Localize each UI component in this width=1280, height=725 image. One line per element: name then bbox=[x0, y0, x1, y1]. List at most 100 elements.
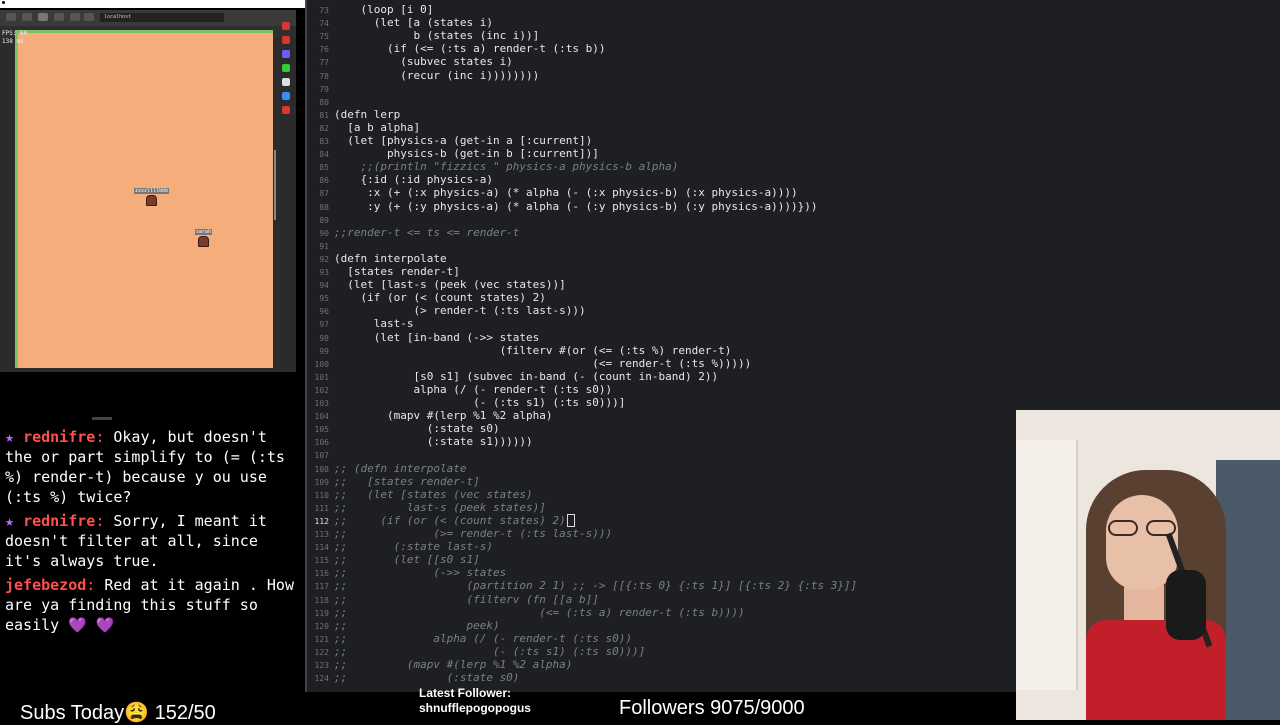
code-line[interactable]: 79 bbox=[305, 82, 334, 95]
code-line[interactable]: 86 {:id (:id physics-a) bbox=[305, 173, 493, 186]
line-number: 96 bbox=[319, 307, 329, 317]
code-line[interactable]: 93 [states render-t] bbox=[305, 265, 459, 278]
code-line[interactable]: 107 bbox=[305, 448, 334, 461]
tab-icon[interactable] bbox=[54, 13, 64, 21]
line-number: 118 bbox=[314, 595, 329, 605]
webcam-door bbox=[1016, 440, 1078, 690]
code-line[interactable]: 82 [a b alpha] bbox=[305, 121, 420, 134]
code-line[interactable]: 89 bbox=[305, 213, 334, 226]
code-line[interactable]: 116 ;; (->> states bbox=[305, 566, 507, 579]
code-text: last-s bbox=[334, 317, 414, 331]
line-number: 116 bbox=[314, 569, 329, 579]
code-text: ;; peek) bbox=[334, 618, 500, 632]
back-icon[interactable] bbox=[70, 13, 80, 21]
code-line[interactable]: 121 ;; alpha (/ (- render-t (:ts s0)) bbox=[305, 632, 632, 645]
code-line[interactable]: 118 ;; (filterv (fn [[a b]] bbox=[305, 593, 599, 606]
chat-drag-handle[interactable] bbox=[92, 417, 112, 420]
tab-icon[interactable] bbox=[38, 13, 48, 21]
chat-username: rednifre bbox=[23, 512, 96, 530]
code-line[interactable]: 123 ;; (mapv #(lerp %1 %2 alpha) bbox=[305, 658, 573, 671]
code-line[interactable]: 122 ;; (- (:ts s1) (:ts s0)))] bbox=[305, 645, 646, 658]
code-line[interactable]: 83 (let [physics-a (get-in a [:current]) bbox=[305, 134, 592, 147]
subs-today-goal: Subs Today😩 152/50 bbox=[20, 702, 216, 724]
code-line[interactable]: 112 ;; (if (or (< (count states) 2) bbox=[305, 514, 575, 528]
code-line[interactable]: 84 physics-b (get-in b [:current])] bbox=[305, 147, 599, 160]
code-text: ;; (>= render-t (:ts last-s))) bbox=[334, 527, 613, 540]
code-line[interactable]: 120 ;; peek) bbox=[305, 619, 500, 632]
line-number: 102 bbox=[314, 385, 329, 395]
code-line[interactable]: 115 ;; (let [[s0 s1] bbox=[305, 553, 480, 566]
code-text: ;; (filterv (fn [[a b]] bbox=[334, 592, 599, 606]
code-line[interactable]: 78 (recur (inc i)))))))) bbox=[305, 69, 539, 82]
code-line[interactable]: 113 ;; (>= render-t (:ts last-s))) bbox=[305, 527, 613, 540]
chat-message: ★ rednifre: Sorry, I meant it doesn't fi… bbox=[5, 512, 267, 570]
code-line[interactable]: 108 ;; (defn interpolate bbox=[305, 462, 467, 475]
extension-icon[interactable] bbox=[282, 106, 290, 114]
extension-icon[interactable] bbox=[282, 22, 290, 30]
code-line[interactable]: 98 (let [in-band (->> states bbox=[305, 331, 539, 344]
code-line[interactable]: 106 (:state s1)))))) bbox=[305, 435, 533, 448]
code-line[interactable]: 109 ;; [states render-t] bbox=[305, 475, 480, 488]
code-line[interactable]: 88 :y (+ (:y physics-a) (* alpha (- (:y … bbox=[305, 200, 817, 213]
code-line[interactable]: 75 b (states (inc i))] bbox=[305, 29, 539, 42]
code-text: ;; (partition 2 1) ;; -> [[{:ts 0} {:ts … bbox=[334, 579, 858, 593]
code-line[interactable]: 92 (defn interpolate bbox=[305, 252, 446, 265]
browser-titlebar: localhost bbox=[0, 10, 296, 26]
line-number: 86 bbox=[319, 176, 329, 186]
code-line[interactable]: 102 alpha (/ (- render-t (:ts s0)) bbox=[305, 383, 613, 396]
extension-icon[interactable] bbox=[282, 50, 290, 58]
code-text: (let [a (states i) bbox=[334, 16, 493, 30]
code-text: (mapv #(lerp %1 %2 alpha) bbox=[334, 409, 553, 423]
code-line[interactable]: 100 (<= render-t (:ts %))))) bbox=[305, 357, 752, 370]
line-number: 74 bbox=[319, 19, 329, 29]
extension-icon[interactable] bbox=[282, 78, 290, 86]
code-line[interactable]: 103 (- (:ts s1) (:ts s0)))] bbox=[305, 396, 626, 409]
code-line[interactable]: 85 ;;(println "fizzics " physics-a physi… bbox=[305, 160, 678, 173]
code-text: :y (+ (:y physics-a) (* alpha (- (:y phy… bbox=[334, 199, 818, 213]
code-line[interactable]: 74 (let [a (states i) bbox=[305, 16, 493, 29]
code-line[interactable]: 96 (> render-t (:ts last-s))) bbox=[305, 304, 585, 317]
code-line[interactable]: 73 (loop [i 0] bbox=[305, 3, 433, 16]
code-line[interactable]: 95 (if (or (< (count states) 2) bbox=[305, 291, 546, 304]
code-line[interactable]: 117 ;; (partition 2 1) ;; -> [[{:ts 0} {:… bbox=[305, 579, 858, 593]
apple-icon[interactable] bbox=[2, 1, 5, 4]
code-line[interactable]: 90 ;;render-t <= ts <= render-t bbox=[305, 226, 519, 239]
code-text: (recur (inc i)))))))) bbox=[334, 68, 540, 82]
extension-icon[interactable] bbox=[282, 36, 290, 44]
code-line[interactable]: 77 (subvec states i) bbox=[305, 55, 512, 68]
code-line[interactable]: 76 (if (<= (:ts a) render-t (:ts b)) bbox=[305, 42, 605, 55]
extension-icon[interactable] bbox=[282, 64, 290, 72]
player-sprite: sarah bbox=[195, 229, 213, 247]
fps-readout: FPS: 60 bbox=[2, 30, 28, 37]
code-line[interactable]: 80 bbox=[305, 95, 334, 108]
line-number: 120 bbox=[314, 621, 329, 631]
code-line[interactable]: 110 ;; (let [states (vec states) bbox=[305, 488, 533, 501]
address-bar[interactable]: localhost bbox=[100, 13, 224, 22]
code-text: [s0 s1] (subvec in-band (- (count in-ban… bbox=[334, 369, 719, 383]
code-line[interactable]: 119 ;; (<= (:ts a) render-t (:ts b)))) bbox=[305, 606, 745, 619]
forward-icon[interactable] bbox=[84, 13, 94, 21]
streamer-neck bbox=[1124, 585, 1164, 625]
line-number: 76 bbox=[319, 45, 329, 55]
code-line[interactable]: 94 (let [last-s (peek (vec states))] bbox=[305, 278, 566, 292]
tab-icon[interactable] bbox=[22, 13, 32, 21]
code-line[interactable]: 124 ;; (:state s0) bbox=[305, 671, 520, 684]
code-line[interactable]: 99 (filterv #(or (<= (:ts %) render-t) bbox=[305, 344, 731, 357]
extension-icon[interactable] bbox=[282, 92, 290, 100]
window-controls-icon[interactable] bbox=[6, 13, 16, 21]
line-number: 113 bbox=[314, 530, 329, 539]
code-line[interactable]: 105 (:state s0) bbox=[305, 422, 500, 435]
code-text: (let [last-s (peek (vec states))] bbox=[334, 278, 566, 292]
code-line[interactable]: 101 [s0 s1] (subvec in-band (- (count in… bbox=[305, 369, 719, 383]
latest-follower-name: shnufflepogopogus bbox=[419, 701, 531, 715]
code-line[interactable]: 114 ;; (:state last-s) bbox=[305, 540, 493, 553]
code-line[interactable]: 104 (mapv #(lerp %1 %2 alpha) bbox=[305, 409, 553, 422]
code-line[interactable]: 81 (defn lerp bbox=[305, 108, 400, 121]
code-line[interactable]: 91 bbox=[305, 239, 334, 252]
line-number: 104 bbox=[314, 412, 329, 422]
code-text: ;; last-s (peek states)] bbox=[334, 500, 546, 514]
code-line[interactable]: 87 :x (+ (:x physics-a) (* alpha (- (:x … bbox=[305, 186, 797, 199]
code-line[interactable]: 111 ;; last-s (peek states)] bbox=[305, 501, 546, 514]
code-line[interactable]: 97 last-s bbox=[305, 317, 413, 330]
scrollbar[interactable] bbox=[274, 150, 276, 220]
